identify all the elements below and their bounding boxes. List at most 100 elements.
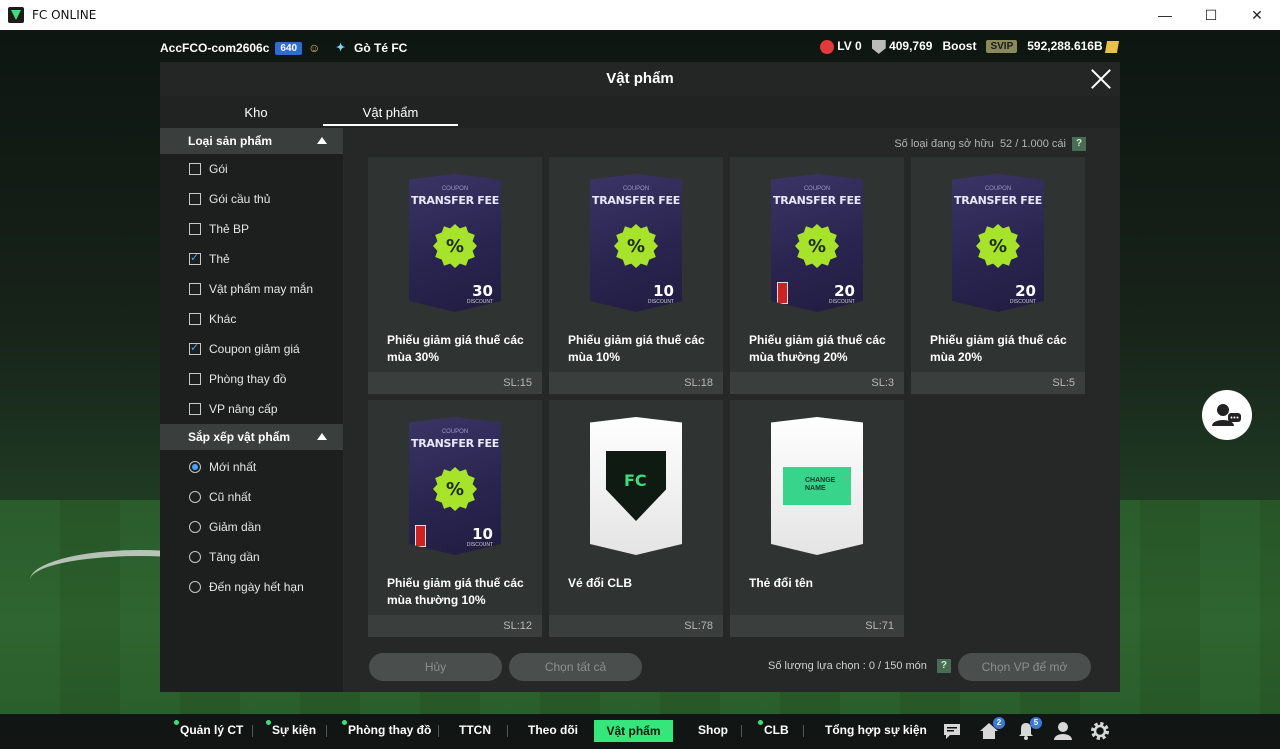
- level-display[interactable]: LV 0: [819, 39, 862, 54]
- nav-shop[interactable]: Shop: [698, 723, 728, 737]
- category-option[interactable]: VP nâng cấp: [160, 394, 343, 424]
- category-option[interactable]: Thẻ BP: [160, 214, 343, 244]
- category-label: Thẻ: [209, 252, 230, 266]
- sort-option[interactable]: Tăng dần: [160, 542, 343, 572]
- discount-percent: 20: [1015, 282, 1036, 300]
- club-ticket-image: [590, 417, 682, 555]
- item-card[interactable]: COUPON TRANSFER FEE% 10 DISCOUNT Phiếu giảm …: [549, 157, 723, 394]
- profile-icon[interactable]: [1053, 721, 1073, 741]
- tab-vat-pham[interactable]: Vật phẩm: [323, 96, 458, 126]
- radio-button[interactable]: [189, 491, 201, 503]
- bp-display[interactable]: 592,288.616B: [1027, 39, 1120, 53]
- checkbox[interactable]: [189, 373, 201, 385]
- discount-word: DISCOUNT: [647, 299, 674, 305]
- account-level-badge: 640: [275, 41, 303, 55]
- support-chat-button[interactable]: [1202, 390, 1252, 440]
- tab-kho[interactable]: Kho: [190, 96, 322, 126]
- category-label: Vật phẩm may mắn: [209, 282, 314, 296]
- item-name: Vé đổi CLB: [568, 576, 633, 590]
- discount-word: DISCOUNT: [828, 299, 855, 305]
- percent-badge-icon: %: [433, 467, 477, 511]
- item-card[interactable]: COUPON TRANSFER FEE% 20 DISCOUNT Phiếu giảm …: [730, 157, 904, 394]
- bell-icon[interactable]: 5: [1016, 717, 1042, 741]
- category-option[interactable]: Coupon giảm giá: [160, 334, 343, 364]
- nav-label: Quản lý CT: [180, 723, 244, 737]
- help-icon[interactable]: ?: [1072, 137, 1086, 151]
- item-card[interactable]: CHANGE NAME Thẻ đổi tên SL:71: [730, 400, 904, 637]
- checkbox[interactable]: [189, 251, 201, 265]
- account-info[interactable]: AccFCO-com2606c 640 ☺: [160, 41, 320, 55]
- selection-count-label: Số lượng lựa chọn : 0 / 150 món: [768, 660, 927, 672]
- close-window-button[interactable]: ✕: [1234, 0, 1280, 30]
- item-card[interactable]: Vé đổi CLB SL:78: [549, 400, 723, 637]
- nav-ttcn[interactable]: TTCN: [459, 723, 491, 737]
- coupon-small-label: COUPON: [984, 186, 1012, 192]
- radio-button[interactable]: [189, 551, 201, 563]
- sort-section-header[interactable]: Sắp xếp vật phẩm: [160, 424, 343, 450]
- checkbox[interactable]: [189, 163, 201, 175]
- percent-badge-icon: %: [795, 224, 839, 268]
- gear-icon[interactable]: [1090, 721, 1110, 741]
- category-option[interactable]: Vật phẩm may mắn: [160, 274, 343, 304]
- item-name: Phiếu giảm giá thuế các mùa 10%: [568, 333, 705, 364]
- category-option[interactable]: Gói cầu thủ: [160, 184, 343, 214]
- sort-option[interactable]: Mới nhất: [160, 452, 343, 482]
- item-card[interactable]: COUPON TRANSFER FEE% 10 DISCOUNT Phiếu giảm …: [368, 400, 542, 637]
- nav-clb[interactable]: CLB: [758, 720, 789, 737]
- select-all-button[interactable]: Chọn tất cả: [509, 653, 642, 681]
- checkbox[interactable]: [189, 313, 201, 325]
- checkbox[interactable]: [189, 283, 201, 295]
- category-option[interactable]: Gói: [160, 154, 343, 184]
- checkbox[interactable]: [189, 341, 201, 355]
- item-card[interactable]: COUPON TRANSFER FEE% 20 DISCOUNT Phiếu giảm …: [911, 157, 1085, 394]
- new-dot-icon: [758, 720, 763, 725]
- home-notification-badge: 2: [993, 717, 1005, 729]
- nav-separator: [252, 725, 253, 737]
- boost-label[interactable]: Boost: [942, 39, 976, 53]
- nav-vat-pham[interactable]: Vật phẩm: [594, 720, 673, 742]
- top-status-bar: AccFCO-com2606c 640 ☺ ✦ Gò Té FC LV 0 40…: [0, 36, 1280, 60]
- minimize-button[interactable]: —: [1142, 0, 1188, 30]
- category-option[interactable]: Khác: [160, 304, 343, 334]
- nav-phong-thay-do[interactable]: Phòng thay đồ: [342, 720, 431, 737]
- checkbox[interactable]: [189, 223, 201, 235]
- nav-su-kien[interactable]: Sự kiện: [266, 720, 317, 737]
- level-value: LV 0: [837, 39, 862, 53]
- club-info[interactable]: ✦ Gò Té FC: [336, 41, 407, 55]
- discount-word: DISCOUNT: [1009, 299, 1036, 305]
- help-icon[interactable]: ?: [936, 659, 951, 673]
- item-artwork: [590, 417, 682, 555]
- items-modal: Vật phẩm Kho Vật phẩm Loại sản phẩm Gói G…: [160, 62, 1120, 692]
- sort-option[interactable]: Cũ nhất: [160, 482, 343, 512]
- sort-option[interactable]: Giảm dần: [160, 512, 343, 542]
- nav-label: Sự kiện: [272, 723, 317, 737]
- nav-theo-doi[interactable]: Theo dõi: [528, 723, 578, 737]
- nav-label: Vật phẩm: [606, 724, 661, 738]
- category-label: Coupon giảm giá: [209, 342, 300, 356]
- category-label: Phòng thay đồ: [209, 372, 287, 386]
- item-quantity: SL:18: [549, 372, 723, 394]
- category-option[interactable]: Phòng thay đồ: [160, 364, 343, 394]
- selection-counter: Số lượng lựa chọn : 0 / 150 món ?: [768, 659, 951, 673]
- radio-button[interactable]: [189, 521, 201, 533]
- maximize-button[interactable]: ☐: [1188, 0, 1234, 30]
- checkbox[interactable]: [189, 403, 201, 415]
- trophy-display: 409,769: [871, 39, 932, 54]
- coupon-title: TRANSFER FEE: [773, 194, 861, 207]
- nav-tong-hop-su-kien[interactable]: Tổng hợp sự kiện: [825, 723, 927, 737]
- open-items-button[interactable]: Chọn VP để mở: [958, 653, 1091, 681]
- item-artwork: CHANGE NAME: [771, 417, 863, 555]
- chat-icon[interactable]: [942, 721, 962, 741]
- nav-quan-ly-ct[interactable]: Quản lý CT: [174, 720, 244, 737]
- radio-button[interactable]: [189, 581, 201, 593]
- discount-percent: 20: [834, 282, 855, 300]
- close-modal-icon[interactable]: [1088, 66, 1114, 92]
- sort-option[interactable]: Đến ngày hết hạn: [160, 572, 343, 602]
- radio-button[interactable]: [189, 461, 201, 473]
- cancel-button[interactable]: Hủy: [369, 653, 502, 681]
- checkbox[interactable]: [189, 193, 201, 205]
- category-option[interactable]: Thẻ: [160, 244, 343, 274]
- item-card[interactable]: COUPON TRANSFER FEE% 30 DISCOUNT Phiếu giảm …: [368, 157, 542, 394]
- home-icon[interactable]: 2: [979, 717, 1005, 741]
- category-section-header[interactable]: Loại sản phẩm: [160, 128, 343, 154]
